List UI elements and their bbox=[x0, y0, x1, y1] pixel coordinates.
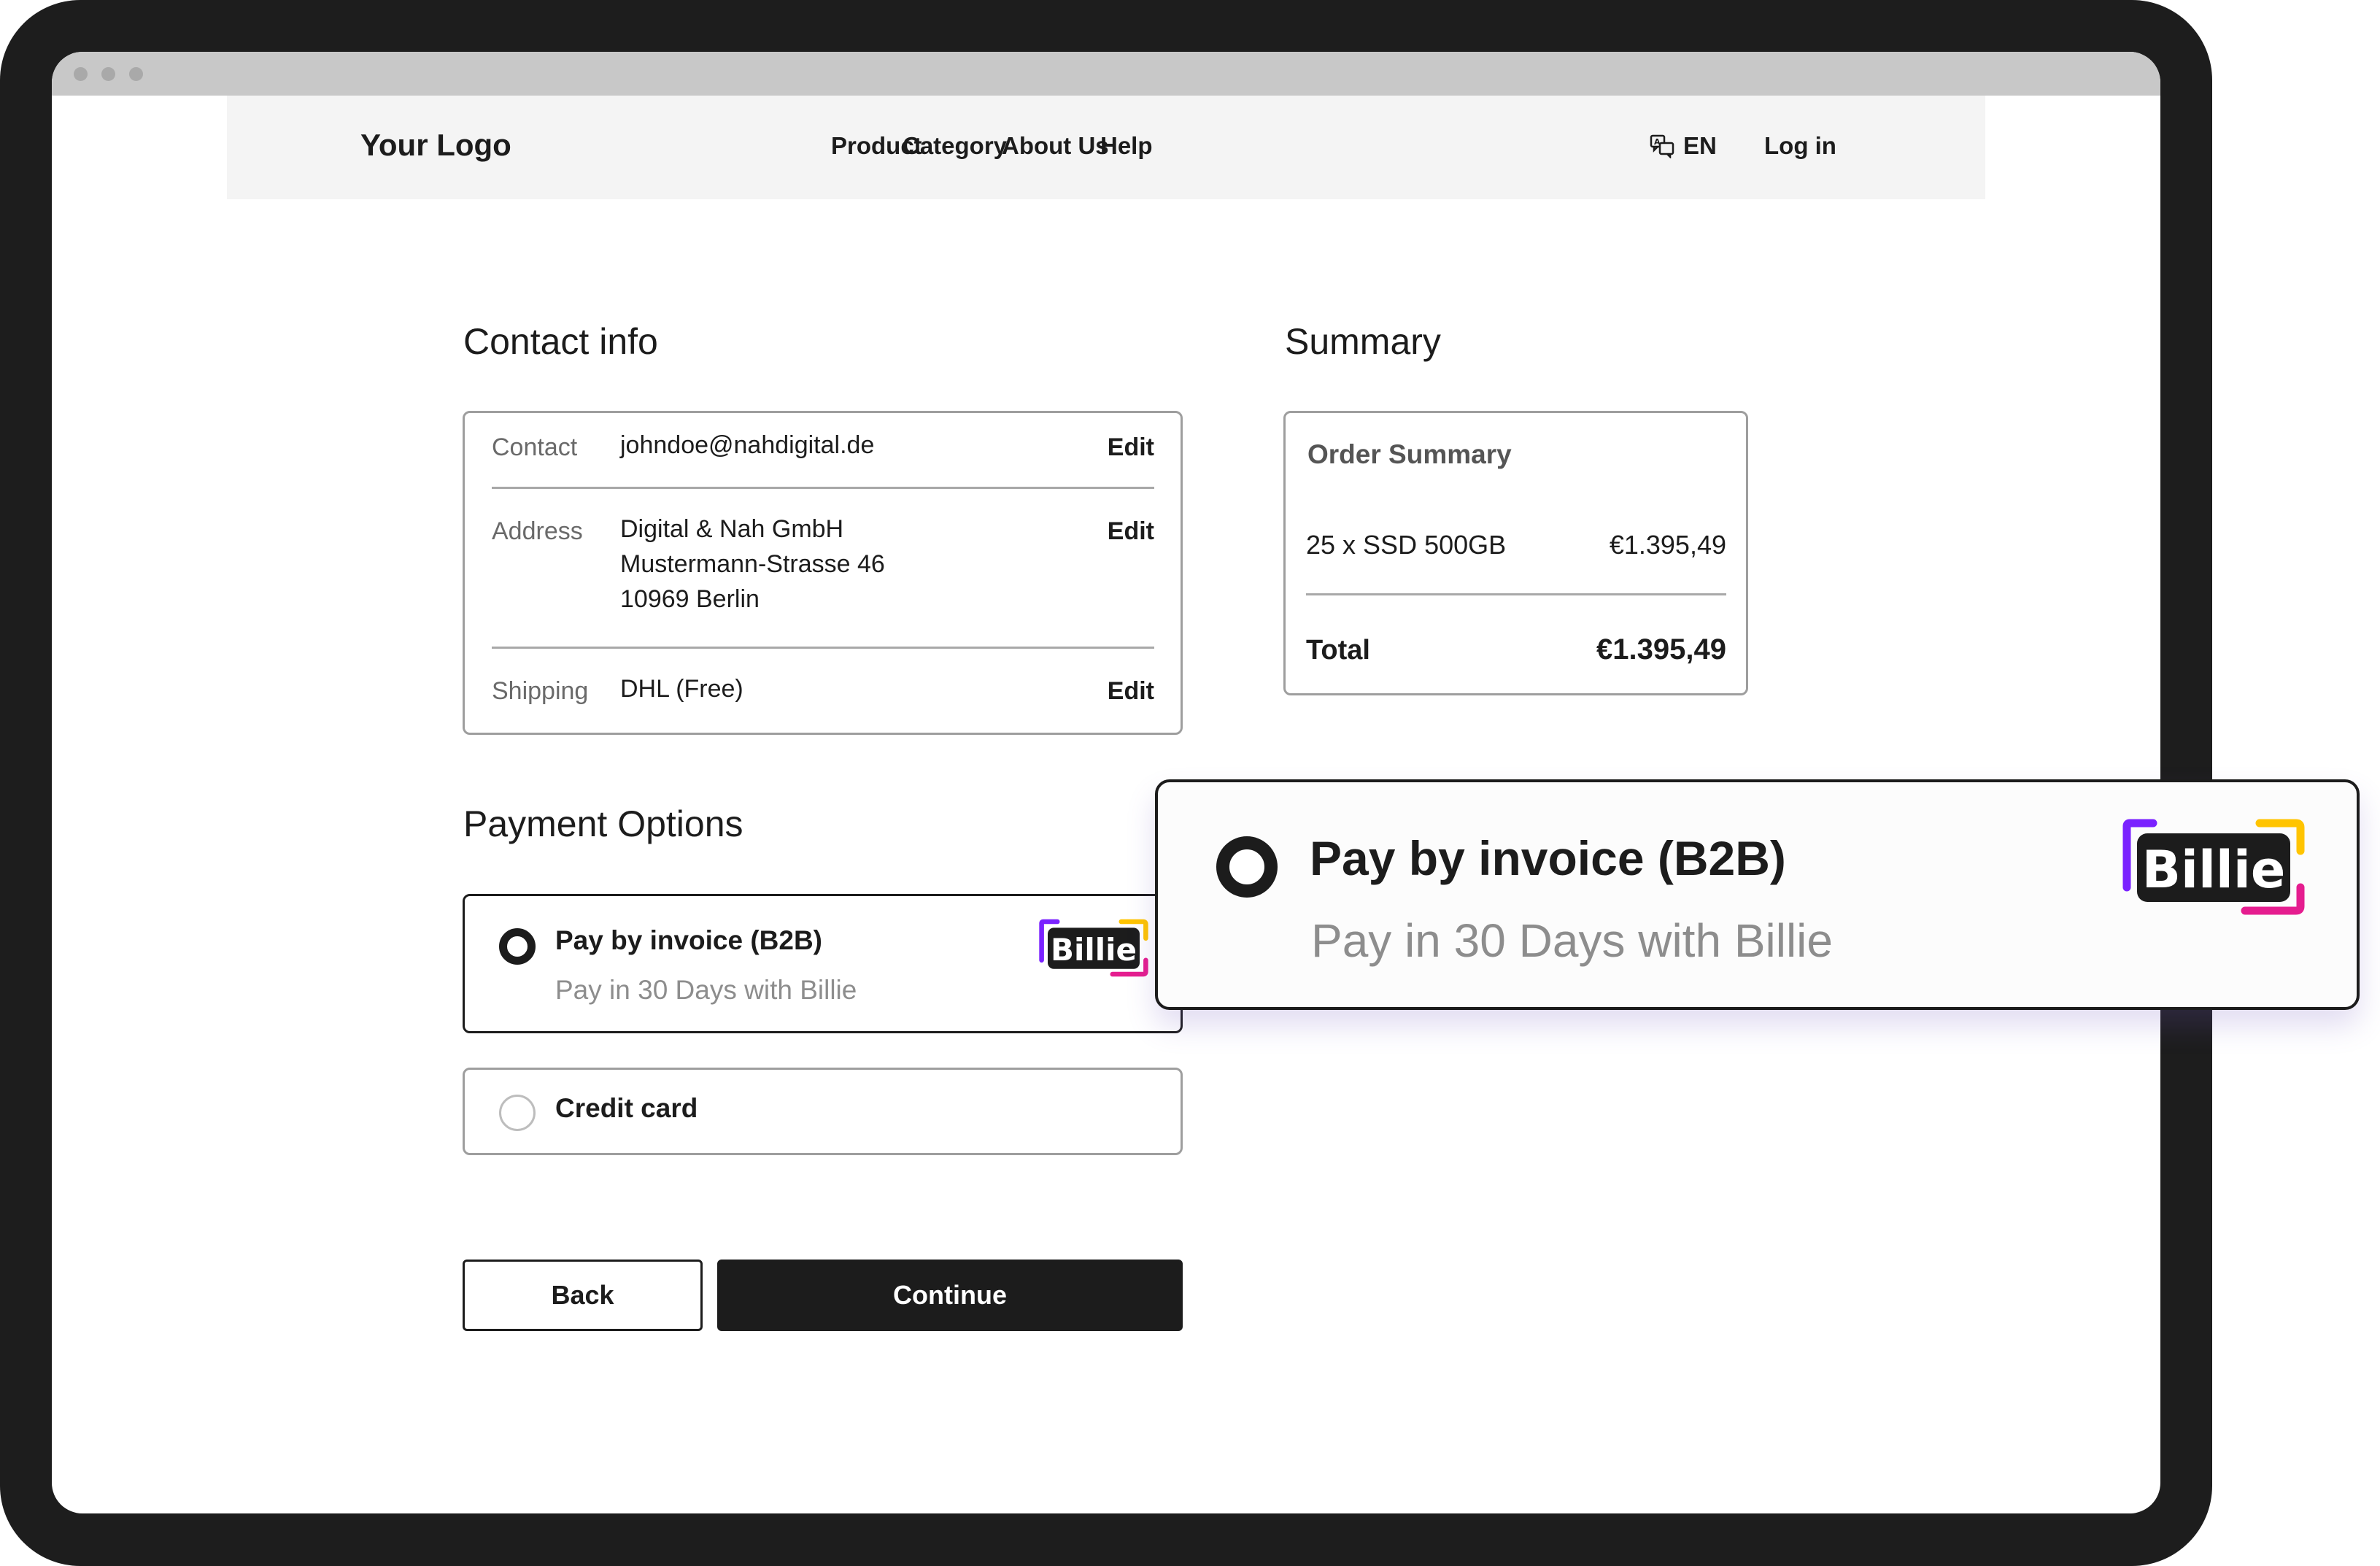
nav-link-category[interactable]: Category bbox=[903, 132, 1007, 160]
summary-title: Summary bbox=[1285, 321, 1441, 362]
order-summary-heading: Order Summary bbox=[1307, 439, 1512, 469]
billie-logo-icon: Billie bbox=[2122, 819, 2305, 915]
nav-link-about-us[interactable]: About Us bbox=[1002, 132, 1109, 160]
window-dot-icon bbox=[74, 67, 88, 81]
address-line-1: Digital & Nah GmbH bbox=[620, 515, 844, 543]
payment-option-invoice[interactable]: Pay by invoice (B2B) Pay in 30 Days with… bbox=[463, 894, 1183, 1033]
browser-title-bar bbox=[52, 52, 2160, 96]
address-label: Address bbox=[492, 517, 583, 545]
edit-contact-button[interactable]: Edit bbox=[1108, 433, 1154, 462]
invoice-option-callout: Pay by invoice (B2B) Pay in 30 Days with… bbox=[1155, 779, 2360, 1010]
window-dot-icon bbox=[101, 67, 115, 81]
divider bbox=[1306, 593, 1726, 595]
svg-text:A: A bbox=[1654, 137, 1661, 147]
contact-label: Contact bbox=[492, 433, 578, 461]
back-button[interactable]: Back bbox=[463, 1260, 703, 1331]
callout-radio-button bbox=[1216, 836, 1278, 898]
site-logo[interactable]: Your Logo bbox=[360, 128, 511, 163]
address-line-3: 10969 Berlin bbox=[620, 585, 760, 613]
login-link[interactable]: Log in bbox=[1764, 132, 1836, 160]
contact-email: johndoe@nahdigital.de bbox=[620, 431, 875, 459]
order-item-price: €1.395,49 bbox=[1609, 530, 1726, 560]
edit-address-button[interactable]: Edit bbox=[1108, 517, 1154, 546]
shipping-method: DHL (Free) bbox=[620, 675, 743, 703]
billie-logo-icon: Billie bbox=[1039, 919, 1148, 977]
callout-title: Pay by invoice (B2B) bbox=[1310, 831, 1786, 885]
language-selector[interactable]: EN bbox=[1683, 132, 1717, 160]
divider bbox=[492, 647, 1154, 649]
contact-info-card: Contact johndoe@nahdigital.de Edit Addre… bbox=[463, 411, 1183, 735]
payment-options-title: Payment Options bbox=[463, 803, 743, 844]
order-total-label: Total bbox=[1306, 635, 1370, 666]
invoice-radio-button[interactable] bbox=[499, 928, 536, 965]
nav-link-help[interactable]: Help bbox=[1100, 132, 1153, 160]
shipping-label: Shipping bbox=[492, 677, 589, 705]
order-item-name: 25 x SSD 500GB bbox=[1306, 530, 1507, 560]
contact-info-title: Contact info bbox=[463, 321, 658, 362]
site-header: Your Logo Product Category About Us Help… bbox=[227, 96, 1985, 199]
callout-subtitle: Pay in 30 Days with Billie bbox=[1311, 914, 1833, 967]
address-line-2: Mustermann-Strasse 46 bbox=[620, 550, 885, 578]
payment-option-credit-card[interactable]: Credit card bbox=[463, 1068, 1183, 1155]
invoice-option-title: Pay by invoice (B2B) bbox=[555, 925, 823, 955]
credit-card-option-title: Credit card bbox=[555, 1093, 698, 1123]
edit-shipping-button[interactable]: Edit bbox=[1108, 677, 1154, 706]
order-summary-card: Order Summary 25 x SSD 500GB €1.395,49 T… bbox=[1283, 411, 1748, 695]
translate-icon[interactable]: A bbox=[1650, 134, 1674, 158]
window-dot-icon bbox=[129, 67, 143, 81]
invoice-option-subtitle: Pay in 30 Days with Billie bbox=[555, 975, 857, 1005]
billie-logo-text: Billie bbox=[2142, 840, 2286, 900]
continue-button[interactable]: Continue bbox=[717, 1260, 1183, 1331]
billie-logo-text: Billie bbox=[1051, 932, 1137, 968]
credit-card-radio-button[interactable] bbox=[499, 1095, 536, 1131]
divider bbox=[492, 487, 1154, 489]
order-total-value: €1.395,49 bbox=[1596, 633, 1726, 666]
